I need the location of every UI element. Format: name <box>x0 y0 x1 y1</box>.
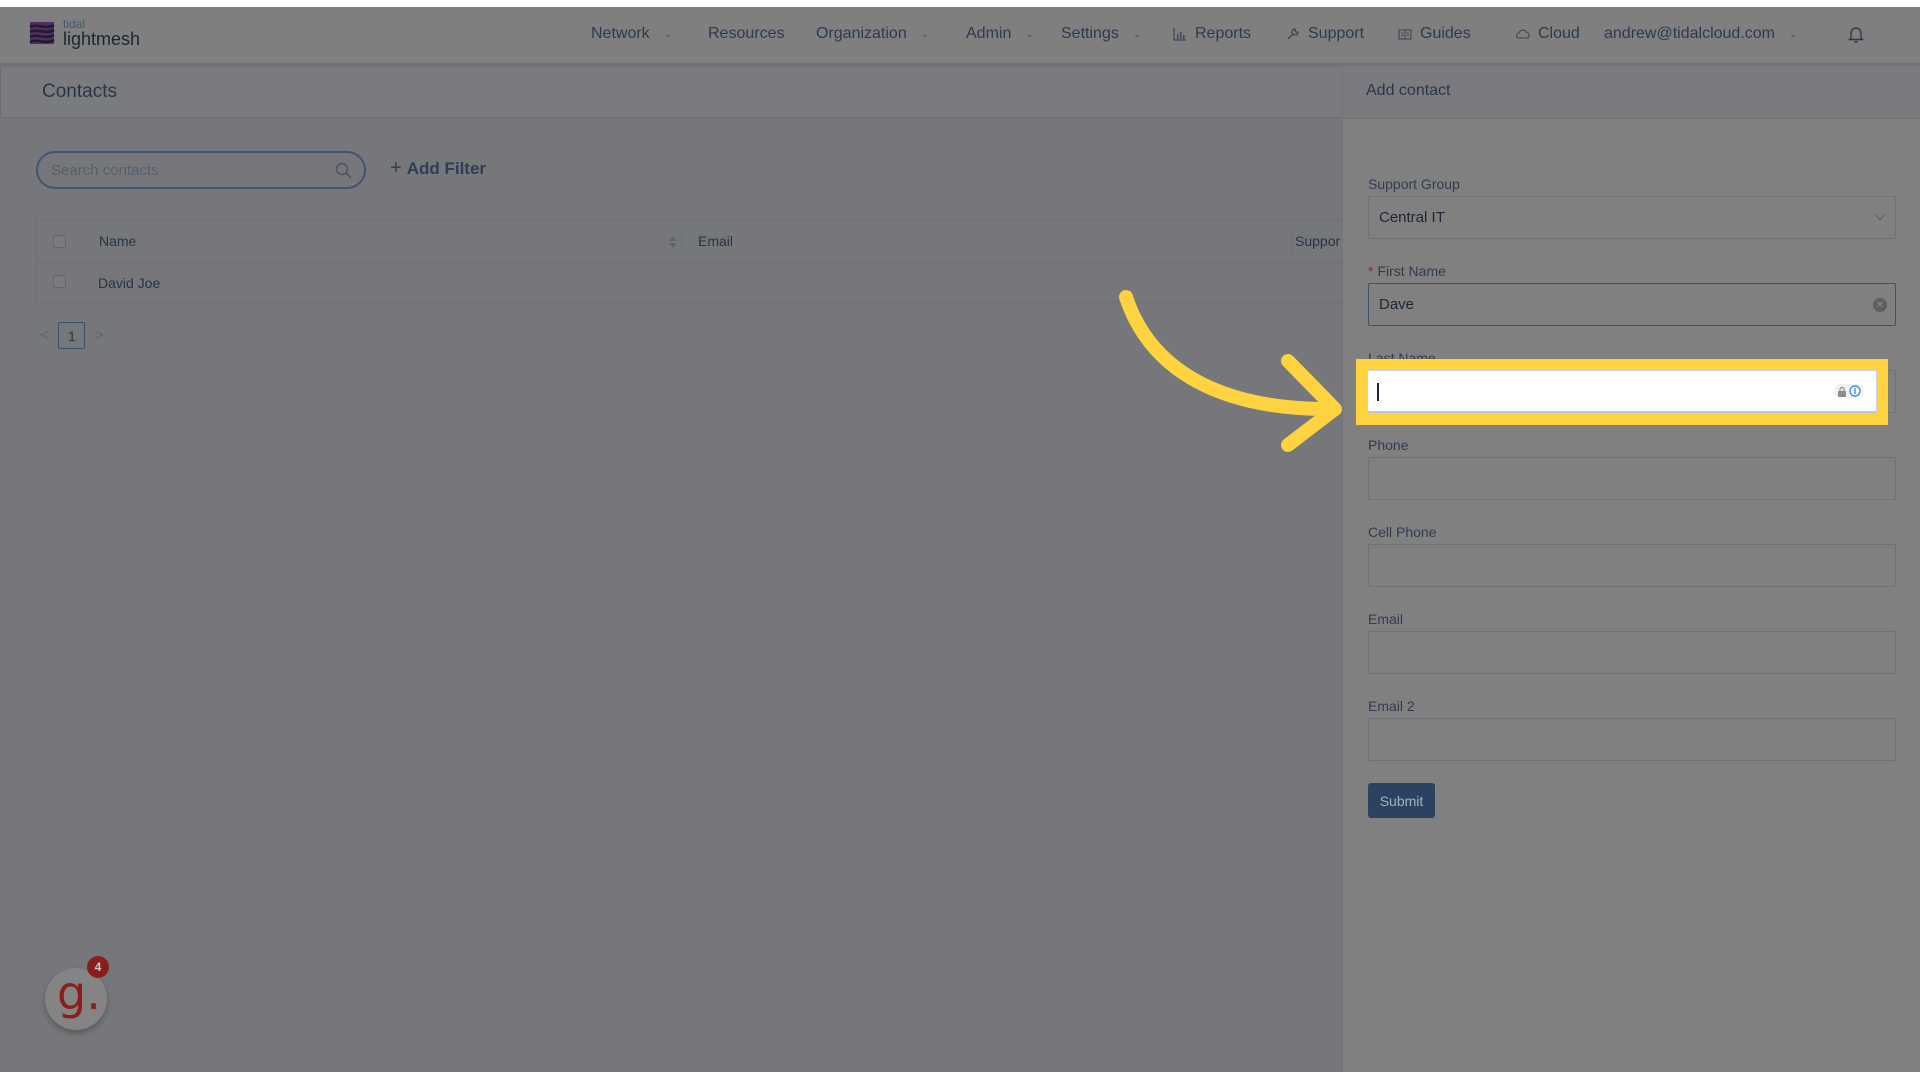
logo[interactable]: tidal lightmesh <box>29 18 140 48</box>
nav-cloud[interactable]: Cloud <box>1516 25 1580 43</box>
chevron-down-icon: ⌄ <box>1025 28 1034 40</box>
notification-count-badge: 4 <box>87 956 109 978</box>
chevron-down-icon: ⌄ <box>1132 28 1142 40</box>
table-header: Name Email Suppor <box>37 220 1345 263</box>
support-group-select[interactable]: Central IT <box>1368 196 1896 239</box>
column-divider <box>1291 232 1292 252</box>
bell-icon[interactable] <box>1848 25 1864 43</box>
support-group-label: Support Group <box>1368 176 1460 192</box>
support-group-value: Central IT <box>1379 209 1445 226</box>
nav-guides-label: Guides <box>1420 25 1471 42</box>
nav-settings[interactable]: Settings ⌄ <box>1061 25 1141 43</box>
wrench-icon <box>1287 28 1299 40</box>
bar-chart-icon <box>1173 28 1186 41</box>
password-manager-icon <box>1849 385 1861 397</box>
email2-input[interactable] <box>1368 718 1896 761</box>
email-label: Email <box>1368 611 1404 627</box>
last-name-input[interactable] <box>1367 370 1877 413</box>
nav-support[interactable]: Support <box>1286 25 1364 43</box>
search-icon[interactable] <box>335 162 352 179</box>
search-placeholder: Search contacts <box>51 162 159 179</box>
lock-icon <box>1838 386 1846 397</box>
chevron-down-icon <box>1874 213 1886 221</box>
search-input[interactable]: Search contacts <box>36 151 366 189</box>
phone-input[interactable] <box>1368 457 1896 500</box>
first-name-input[interactable]: Dave ✕ <box>1368 283 1896 326</box>
cell-phone-label: Cell Phone <box>1368 524 1437 540</box>
drawer-title: Add contact <box>1366 82 1451 99</box>
app-frame: tidal lightmesh Network ⌄ Resources Orga… <box>0 7 1920 1072</box>
first-name-value: Dave <box>1379 296 1415 313</box>
nav-guides[interactable]: Guides <box>1398 25 1471 43</box>
nav-network[interactable]: Network ⌄ <box>591 25 672 43</box>
nav-admin[interactable]: Admin ⌄ <box>966 25 1034 43</box>
top-navbar: tidal lightmesh Network ⌄ Resources Orga… <box>0 7 1920 65</box>
select-all-checkbox[interactable] <box>53 235 66 248</box>
page-1-button[interactable]: 1 <box>58 322 86 349</box>
add-filter-label: Add Filter <box>406 158 487 178</box>
page-title: Contacts <box>42 81 117 102</box>
password-manager-icons[interactable] <box>1834 384 1864 398</box>
chevron-down-icon: ⌄ <box>920 28 930 40</box>
prev-page-button[interactable]: < <box>40 327 49 345</box>
first-name-label: * First Name <box>1368 263 1446 279</box>
sort-icon[interactable] <box>668 234 678 250</box>
phone-label: Phone <box>1368 437 1409 453</box>
column-support[interactable]: Suppor <box>1295 233 1340 249</box>
required-marker: * <box>1368 263 1374 279</box>
brand-name: lightmesh <box>63 29 141 49</box>
guide-launcher-button[interactable]: g. 4 <box>45 956 109 1030</box>
nav-admin-label: Admin <box>966 25 1012 42</box>
row-checkbox[interactable] <box>53 275 66 288</box>
nav-network-label: Network <box>591 25 650 42</box>
column-name[interactable]: Name <box>99 233 136 249</box>
column-divider <box>681 232 682 252</box>
user-email: andrew@tidalcloud.com <box>1604 25 1775 42</box>
add-filter-button[interactable]: + Add Filter <box>390 157 486 180</box>
cell-phone-input[interactable] <box>1368 544 1896 587</box>
cloud-icon <box>1516 29 1530 39</box>
next-page-button[interactable]: > <box>94 327 103 345</box>
chevron-down-icon: ⌄ <box>663 28 673 40</box>
nav-reports[interactable]: Reports <box>1173 25 1251 43</box>
column-email[interactable]: Email <box>698 233 733 249</box>
cell-name: David Joe <box>98 275 161 291</box>
nav-settings-label: Settings <box>1061 25 1119 42</box>
nav-support-label: Support <box>1308 25 1365 42</box>
lightmesh-logo-icon <box>29 22 55 44</box>
add-contact-drawer: Add contact Support Group Central IT * Fi… <box>1342 66 1920 1072</box>
submit-button[interactable]: Submit <box>1368 783 1435 818</box>
user-menu[interactable]: andrew@tidalcloud.com ⌄ <box>1604 25 1797 43</box>
highlight-box <box>1356 359 1888 425</box>
email-input[interactable] <box>1368 631 1896 674</box>
nav-organization[interactable]: Organization ⌄ <box>816 25 929 43</box>
nav-reports-label: Reports <box>1195 25 1252 42</box>
nav-resources-label: Resources <box>708 25 785 42</box>
text-caret <box>1377 383 1379 401</box>
pagination: < 1 > <box>40 322 104 349</box>
page-header: Contacts <box>0 66 1342 118</box>
clear-icon[interactable]: ✕ <box>1873 298 1887 312</box>
email2-label: Email 2 <box>1368 698 1415 714</box>
annotation-arrow-icon <box>1119 290 1342 452</box>
nav-cloud-label: Cloud <box>1538 25 1580 42</box>
book-icon <box>1398 29 1412 40</box>
drawer-header: Add contact <box>1343 66 1920 119</box>
plus-icon: + <box>390 157 402 179</box>
chevron-down-icon: ⌄ <box>1789 28 1798 40</box>
first-name-label-text: First Name <box>1377 263 1446 279</box>
nav-organization-label: Organization <box>816 25 907 42</box>
nav-resources[interactable]: Resources <box>708 25 784 43</box>
